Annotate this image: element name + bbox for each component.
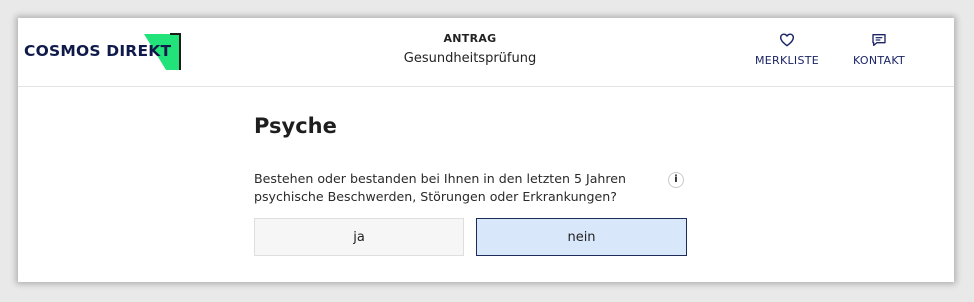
- merkliste-link[interactable]: MERKLISTE: [752, 32, 822, 67]
- breadcrumb: ANTRAG Gesundheitsprüfung: [370, 32, 570, 66]
- answer-yes-button[interactable]: ja: [254, 218, 464, 256]
- kontakt-label: KONTAKT: [852, 54, 906, 67]
- breadcrumb-subtitle: Gesundheitsprüfung: [403, 51, 537, 66]
- info-icon[interactable]: i: [668, 172, 684, 188]
- heart-icon: [779, 33, 795, 47]
- header: COSMOS DIREKT ANTRAG Gesundheitsprüfung …: [18, 18, 954, 87]
- kontakt-link[interactable]: KONTAKT: [848, 32, 910, 67]
- answer-no-button[interactable]: nein: [476, 218, 687, 256]
- logo[interactable]: COSMOS DIREKT: [24, 32, 184, 72]
- breadcrumb-title: ANTRAG: [443, 32, 497, 45]
- merkliste-label: MERKLISTE: [754, 54, 820, 67]
- logo-text: COSMOS DIREKT: [24, 42, 172, 60]
- app-window: COSMOS DIREKT ANTRAG Gesundheitsprüfung …: [18, 18, 954, 282]
- question-text: Bestehen oder bestanden bei Ihnen in den…: [254, 171, 627, 204]
- page-title: Psyche: [254, 114, 337, 138]
- chat-icon: [872, 34, 886, 46]
